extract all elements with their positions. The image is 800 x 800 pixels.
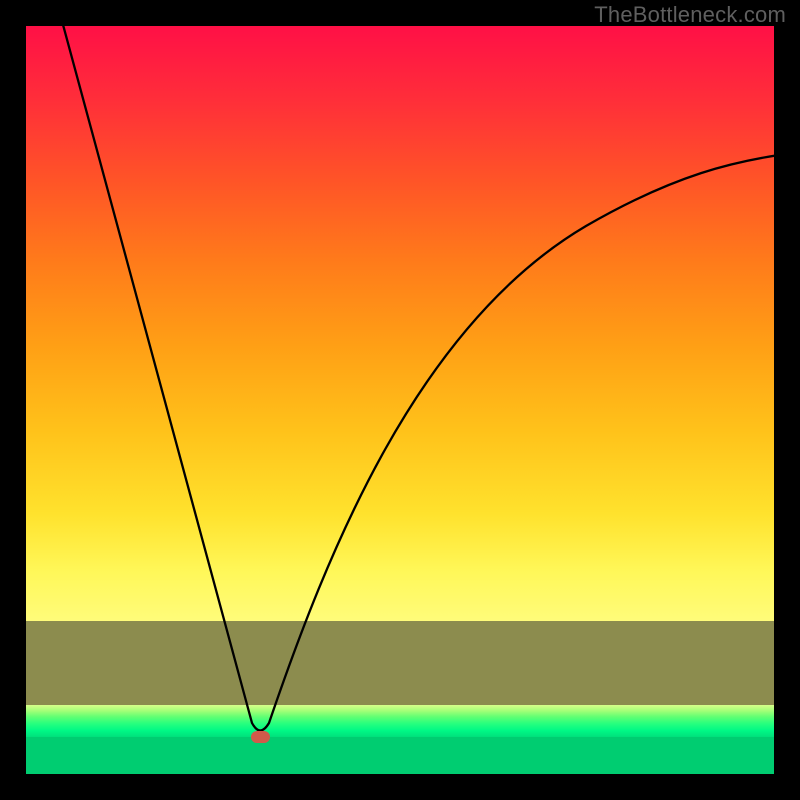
chart-frame: TheBottleneck.com	[0, 0, 800, 800]
curve-layer	[26, 26, 774, 774]
watermark-text: TheBottleneck.com	[594, 2, 786, 28]
plot-area	[26, 26, 774, 774]
bottleneck-curve	[62, 26, 774, 731]
min-point-marker	[251, 731, 270, 743]
